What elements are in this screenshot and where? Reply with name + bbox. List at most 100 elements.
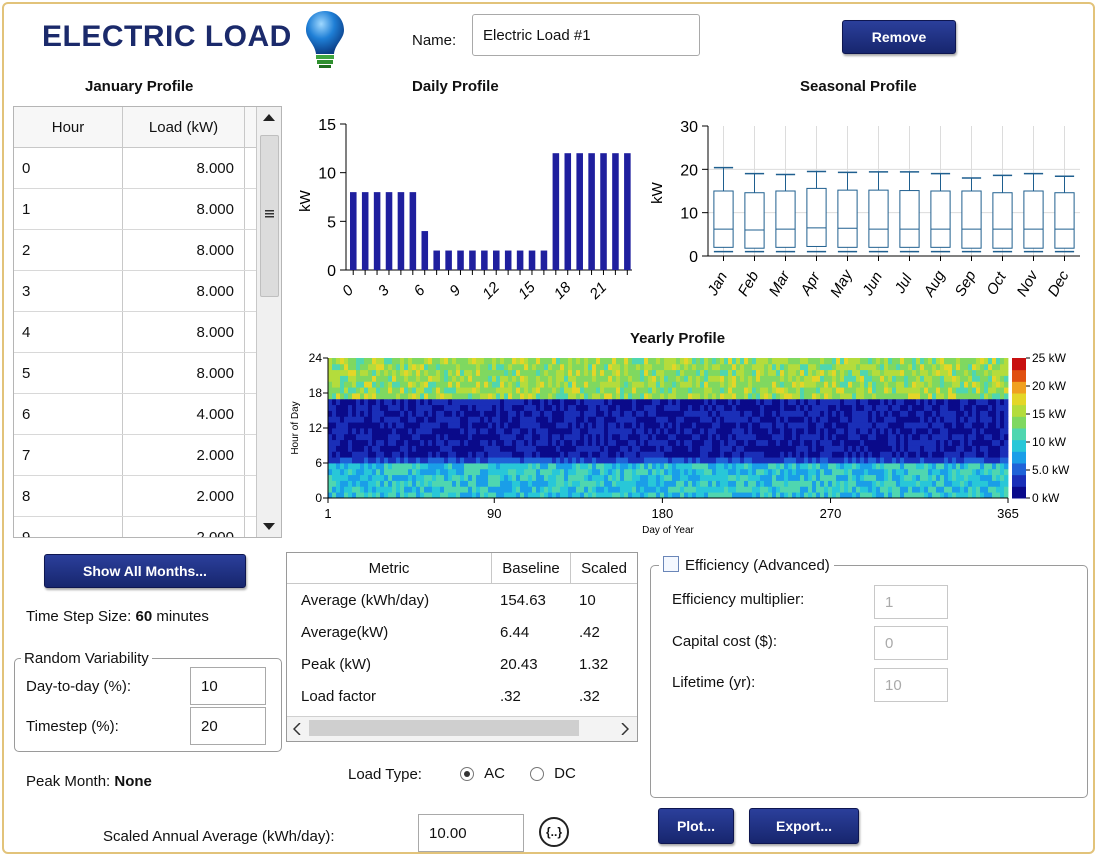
table-row[interactable]: 2 8.000 bbox=[14, 230, 281, 271]
heatmap-cell bbox=[964, 393, 969, 400]
column-header-hour[interactable]: Hour bbox=[14, 107, 123, 147]
heatmap-cell bbox=[932, 369, 937, 376]
table-row[interactable]: 6 4.000 bbox=[14, 394, 281, 435]
horizontal-scrollbar[interactable] bbox=[287, 716, 637, 741]
heatmap-cell bbox=[848, 474, 853, 481]
horizontal-scrollbar-thumb[interactable] bbox=[309, 720, 579, 736]
load-cell[interactable]: 8.000 bbox=[123, 148, 245, 188]
heatmap-cell bbox=[968, 393, 973, 400]
scroll-down-arrow-icon[interactable] bbox=[263, 523, 275, 531]
load-cell[interactable]: 2.000 bbox=[123, 435, 245, 475]
heatmap-cell bbox=[376, 457, 381, 464]
table-row[interactable]: 3 8.000 bbox=[14, 271, 281, 312]
lifetime-input[interactable]: 10 bbox=[874, 668, 948, 702]
remove-button[interactable]: Remove bbox=[842, 20, 956, 54]
load-cell[interactable]: 8.000 bbox=[123, 230, 245, 270]
heatmap-cell bbox=[488, 486, 493, 493]
ac-radio[interactable] bbox=[460, 767, 474, 782]
heatmap-cell bbox=[656, 375, 661, 382]
heatmap-cell bbox=[576, 410, 581, 417]
bar bbox=[433, 250, 440, 270]
plot-button[interactable]: Plot... bbox=[658, 808, 734, 844]
table-row[interactable]: 7 2.000 bbox=[14, 435, 281, 476]
table-row[interactable]: 1 8.000 bbox=[14, 189, 281, 230]
heatmap-cell bbox=[508, 451, 513, 458]
heatmap-cell bbox=[732, 480, 737, 487]
column-header-load[interactable]: Load (kW) bbox=[123, 107, 245, 147]
heatmap-cell bbox=[696, 492, 701, 499]
heatmap-cell bbox=[824, 428, 829, 435]
vertical-scrollbar[interactable] bbox=[256, 107, 281, 537]
scroll-up-arrow-icon[interactable] bbox=[263, 113, 275, 121]
dc-radio[interactable] bbox=[530, 767, 544, 782]
load-cell[interactable]: 8.000 bbox=[123, 312, 245, 352]
heatmap-cell bbox=[892, 486, 897, 493]
formula-button[interactable]: {..} bbox=[539, 817, 569, 847]
heatmap-cell bbox=[508, 439, 513, 446]
day-to-day-input[interactable]: 10 bbox=[190, 667, 266, 705]
column-header-scaled[interactable]: Scaled bbox=[571, 553, 637, 583]
table-row[interactable]: 5 8.000 bbox=[14, 353, 281, 394]
efficiency-legend[interactable]: Efficiency (Advanced) bbox=[659, 556, 834, 574]
heatmap-cell bbox=[820, 375, 825, 382]
scaled-annual-average-input[interactable]: 10.00 bbox=[418, 814, 524, 852]
heatmap-cell bbox=[368, 445, 373, 452]
column-header-baseline[interactable]: Baseline bbox=[492, 553, 571, 583]
heatmap-cell bbox=[756, 398, 761, 406]
heatmap-cell bbox=[844, 463, 849, 470]
show-all-months-button[interactable]: Show All Months... bbox=[44, 554, 246, 588]
scroll-right-arrow-icon[interactable] bbox=[621, 723, 629, 735]
heatmap-cell bbox=[464, 410, 469, 417]
january-profile-table[interactable]: Hour Load (kW) 0 8.000 1 8.000 2 8.000 3 8.000 4… bbox=[13, 106, 282, 538]
heatmap-cell bbox=[684, 410, 689, 417]
scroll-left-arrow-icon[interactable] bbox=[293, 723, 301, 735]
efficiency-checkbox[interactable] bbox=[663, 556, 679, 572]
table-row[interactable]: 0 8.000 bbox=[14, 148, 281, 189]
load-type-ac[interactable]: AC bbox=[460, 765, 505, 782]
heatmap-cell bbox=[816, 381, 821, 388]
heatmap-cell bbox=[768, 387, 773, 394]
load-cell[interactable]: 8.000 bbox=[123, 271, 245, 311]
load-cell[interactable]: 2.000 bbox=[123, 476, 245, 516]
heatmap-cell bbox=[828, 439, 833, 446]
heatmap-cell bbox=[752, 486, 757, 493]
column-header-metric[interactable]: Metric bbox=[287, 553, 492, 583]
heatmap-cell bbox=[640, 363, 645, 371]
load-cell[interactable]: 8.000 bbox=[123, 353, 245, 393]
heatmap-cell bbox=[740, 404, 745, 411]
metrics-table[interactable]: Metric Baseline Scaled Average (kWh/day)… bbox=[286, 552, 638, 742]
heatmap-cell bbox=[792, 445, 797, 452]
scrollbar-thumb[interactable] bbox=[260, 135, 279, 297]
heatmap-cell bbox=[860, 492, 865, 499]
heatmap-cell bbox=[816, 410, 821, 417]
heatmap-cell bbox=[396, 463, 401, 470]
heatmap-cell bbox=[836, 451, 841, 458]
table-row[interactable]: 8 2.000 bbox=[14, 476, 281, 517]
export-button[interactable]: Export... bbox=[749, 808, 859, 844]
heatmap-cell bbox=[604, 433, 609, 441]
load-cell[interactable]: 2.000 bbox=[123, 517, 245, 537]
table-row[interactable]: 4 8.000 bbox=[14, 312, 281, 353]
heatmap-cell bbox=[400, 468, 405, 476]
heatmap-cell bbox=[796, 451, 801, 458]
heatmap-cell bbox=[964, 468, 969, 476]
heatmap-cell bbox=[668, 363, 673, 371]
heatmap-cell bbox=[552, 433, 557, 441]
heatmap-cell bbox=[696, 486, 701, 493]
load-cell[interactable]: 8.000 bbox=[123, 189, 245, 229]
heatmap-cell bbox=[912, 416, 917, 423]
capital-cost-input[interactable]: 0 bbox=[874, 626, 948, 660]
load-type-dc[interactable]: DC bbox=[530, 765, 576, 782]
heatmap-cell bbox=[544, 375, 549, 382]
heatmap-cell bbox=[732, 451, 737, 458]
x-tick-label: Dec bbox=[1045, 268, 1073, 300]
timestep-input[interactable]: 20 bbox=[190, 707, 266, 745]
heatmap-cell bbox=[360, 474, 365, 481]
heatmap-cell bbox=[400, 363, 405, 371]
table-row[interactable]: 9 2.000 bbox=[14, 517, 281, 537]
efficiency-multiplier-input[interactable]: 1 bbox=[874, 585, 948, 619]
heatmap-cell bbox=[684, 486, 689, 493]
name-input[interactable]: Electric Load #1 bbox=[472, 14, 700, 56]
load-cell[interactable]: 4.000 bbox=[123, 394, 245, 434]
heatmap-cell bbox=[812, 416, 817, 423]
